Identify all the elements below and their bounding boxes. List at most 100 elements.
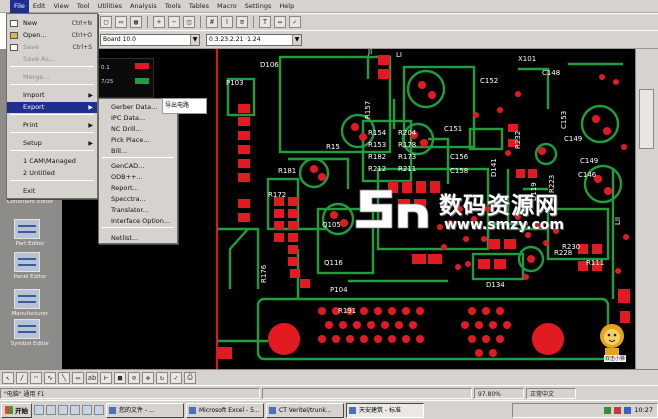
taskbar-task-button[interactable]: 天安建筑 - 标准 [346,402,424,418]
quick-launch-icon[interactable] [58,405,68,415]
curve-icon[interactable]: ∿ [44,371,56,384]
rotate-icon[interactable]: ↻ [156,371,168,384]
file-menu-item-label: 1 CAM\Managed [23,157,76,165]
file-menu-item[interactable]: Print ▶ [7,120,97,131]
lion-mascot-icon[interactable] [598,322,626,356]
file-menu-item[interactable]: Save As... [7,54,97,65]
tray-network-icon[interactable] [604,406,612,414]
file-menu-item[interactable]: Export ▶ [7,102,97,113]
move-icon[interactable]: ✥ [142,371,154,384]
print-tool-icon[interactable]: ⎙ [184,371,196,384]
file-menu-item[interactable]: Merge... [7,72,97,83]
tray-antivirus-icon[interactable] [614,406,622,414]
mode-readout: 正常中文 [526,387,576,399]
export-menu-item[interactable]: Interface Option... [99,216,177,227]
pcb-label: R182 [368,153,386,161]
open-icon[interactable]: ▭ [115,16,127,28]
quick-launch-icon[interactable] [70,405,80,415]
layer-color-swatch[interactable] [135,78,149,84]
layer-color-swatch[interactable] [135,63,149,69]
dimension-icon[interactable]: ⊢ [100,371,112,384]
file-menu-item[interactable]: Import ▶ [7,90,97,101]
file-menu-item[interactable]: Setup ▶ [7,138,97,149]
chevron-down-icon[interactable]: ▼ [190,34,199,45]
pcb-label: P103 [226,79,244,87]
measure-icon[interactable]: ↔ [274,16,286,28]
new-icon[interactable]: □ [100,16,112,28]
arc-icon[interactable]: ◠ [30,371,42,384]
tray-clock[interactable]: 10:27 [634,406,653,414]
symbol-editor-icon[interactable] [14,319,40,339]
menu-tables[interactable]: Tables [185,0,213,13]
quick-launch-icon[interactable] [34,405,44,415]
route-icon[interactable]: ⌇ [221,16,233,28]
grid-icon[interactable]: # [206,16,218,28]
layer-combo[interactable]: 0.3.23.2.21 ·1.24 ▼ [206,33,302,46]
export-menu-item[interactable]: GenCAD... [99,161,177,172]
statusbar: "电脑" 通用 F1 97.80% 正常中文 [0,385,658,400]
export-menu-item[interactable]: IPC Data... [99,113,177,124]
menu-file[interactable]: File [10,0,29,13]
export-menu-item[interactable]: NC Drill... [99,124,177,135]
tray-input-icon[interactable] [624,406,632,414]
export-menu-item[interactable]: Bill... [99,146,177,157]
menu-utilities[interactable]: Utilities [94,0,126,13]
export-menu-item[interactable]: Report... [99,183,177,194]
menu-analysis[interactable]: Analysis [126,0,161,13]
file-menu-item[interactable]: 2 Untitled [7,168,97,179]
zoom-out-icon[interactable]: − [168,16,180,28]
wire-icon[interactable]: ╲ [58,371,70,384]
zoom-in-icon[interactable]: + [153,16,165,28]
taskbar-task-button[interactable]: 您的文件 - ... [106,402,184,418]
pointer-icon[interactable]: ↖ [2,371,14,384]
file-menu-item[interactable]: Open... Ctrl+O [7,30,97,41]
watermark-brand: 数码资源网 [439,193,559,219]
taskbar-task-button[interactable]: Microsoft Excel - 5... [186,402,264,418]
file-menu-item[interactable]: Save Ctrl+S [7,42,97,53]
shape-icon[interactable]: ▭ [72,371,84,384]
drc-tool-icon[interactable]: ✓ [170,371,182,384]
pcb-label: JI [367,49,372,56]
quick-launch-icon[interactable] [94,405,104,415]
export-menu-item[interactable]: Pick Place... [99,135,177,146]
palette-label-constraint: Constraint Editor [6,199,54,205]
quick-launch-icon[interactable] [46,405,56,415]
drc-icon[interactable]: ✓ [289,16,301,28]
menu-help[interactable]: Help [275,0,298,13]
file-menu-item[interactable]: 1 CAM\Managed [7,156,97,167]
start-button[interactable]: 开始 [1,402,32,418]
menu-tool[interactable]: Tool [73,0,94,13]
layer-icon[interactable]: ≡ [236,16,248,28]
export-menu-item[interactable]: Netlist... [99,233,177,244]
file-menu-item[interactable]: Exit [7,186,97,197]
export-menu-item[interactable]: Translator... [99,205,177,216]
board-combo[interactable]: Board 10.0 ▼ [100,33,200,46]
vertical-scrollbar[interactable] [635,49,658,369]
part-editor-icon[interactable] [14,219,40,239]
menu-tools[interactable]: Tools [161,0,185,13]
pcb-label: C152 [480,77,498,85]
copper-icon[interactable]: ■ [114,371,126,384]
file-menu-shortcut: Ctrl+O [71,32,92,39]
menu-view[interactable]: View [49,0,72,13]
fit-icon[interactable]: ◫ [183,16,195,28]
export-menu-item[interactable]: ODB++... [99,172,177,183]
save-icon [10,44,18,51]
file-menu-item[interactable]: New Ctrl+N [7,18,97,29]
quick-launch-icon[interactable] [82,405,92,415]
pcb-label: LII [614,217,622,225]
menu-edit[interactable]: Edit [29,0,50,13]
menu-settings[interactable]: Settings [241,0,276,13]
line-icon[interactable]: ∕ [16,371,28,384]
save-icon[interactable]: ▦ [130,16,142,28]
keepout-icon[interactable]: ⊘ [128,371,140,384]
chevron-down-icon[interactable]: ▼ [292,34,301,45]
taskbar-task-button[interactable]: CT Veritel/trunk... [266,402,344,418]
scrollbar-thumb[interactable] [639,89,654,149]
export-menu-item[interactable]: Specctra... [99,194,177,205]
panel-editor-icon[interactable] [14,252,40,272]
manufacturer-icon[interactable] [14,289,40,309]
menu-macro[interactable]: Macro [213,0,241,13]
text-tool-icon[interactable]: ab [86,371,98,384]
text-icon[interactable]: T [259,16,271,28]
